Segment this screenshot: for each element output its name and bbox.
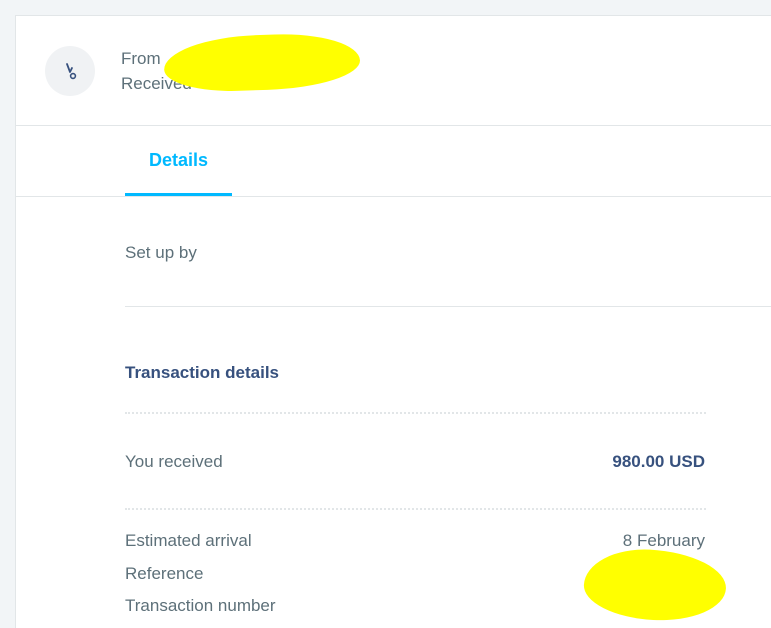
estimated-arrival-label: Estimated arrival	[125, 531, 252, 550]
transaction-card: From Received Details Set up by Transact…	[15, 15, 771, 628]
tab-details[interactable]: Details	[125, 126, 232, 196]
transaction-number-label: Transaction number	[125, 596, 276, 615]
from-label: From	[121, 49, 161, 68]
redaction-mark	[582, 546, 728, 624]
setup-by-label: Set up by	[125, 243, 197, 262]
reference-label: Reference	[125, 564, 204, 583]
transaction-details-title: Transaction details	[125, 363, 279, 382]
tab-bar: Details	[16, 126, 771, 197]
dotted-divider	[125, 412, 706, 414]
dotted-divider	[125, 508, 706, 510]
estimated-arrival-value: 8 February	[622, 531, 705, 550]
you-received-label: You received	[125, 452, 223, 471]
divider	[125, 306, 771, 307]
tab-details-label: Details	[148, 150, 209, 170]
redaction-mark	[163, 31, 361, 94]
you-received-value: 980.00 USD	[612, 452, 705, 471]
received-arrow-icon	[45, 46, 95, 96]
transaction-header: From Received	[16, 16, 771, 126]
